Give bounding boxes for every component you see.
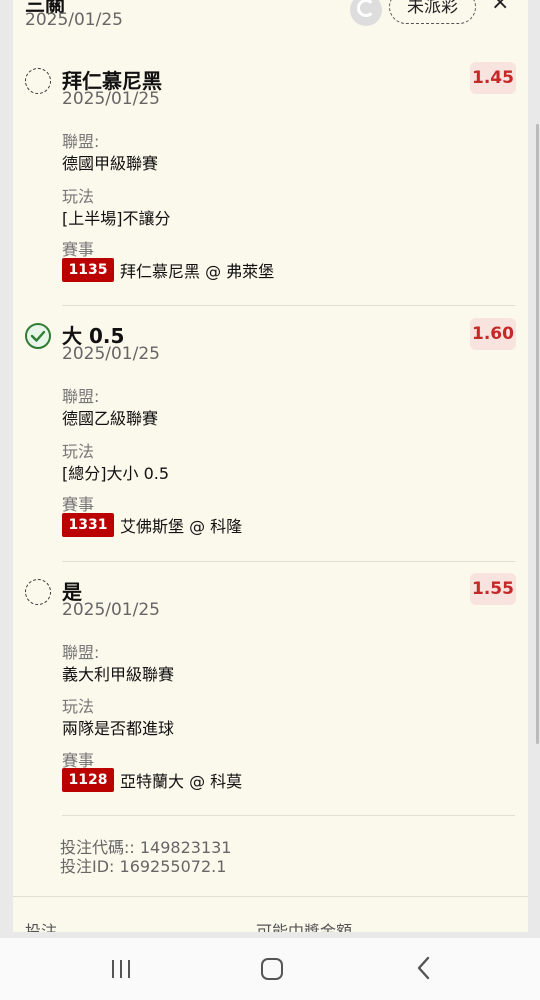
market-label: 玩法 (62, 442, 95, 461)
close-icon[interactable]: × (491, 0, 509, 15)
recent-apps-icon[interactable] (112, 960, 132, 978)
event-row: 1331 艾佛斯堡 @ 科隆 (62, 513, 242, 538)
league-value: 德國甲級聯賽 (62, 154, 159, 173)
odds-badge: 1.60 (470, 318, 516, 350)
refresh-icon[interactable] (350, 0, 382, 26)
divider (13, 896, 528, 897)
odds-badge: 1.55 (470, 573, 516, 605)
divider (62, 561, 515, 562)
league-value: 德國乙級聯賽 (62, 409, 159, 428)
league-label: 聯盟: (62, 387, 100, 406)
bet-date: 2025/01/25 (62, 600, 160, 620)
event-code-badge: 1128 (62, 768, 114, 792)
bet-date: 2025/01/25 (62, 344, 160, 364)
pending-circle-icon (25, 68, 51, 94)
stake-label: 投注 (25, 922, 58, 932)
event-name: 亞特蘭大 @ 科莫 (120, 772, 243, 791)
status-badge: 未派彩 (389, 0, 476, 24)
scrollbar[interactable] (536, 124, 539, 744)
event-name: 拜仁慕尼黑 @ 弗萊堡 (120, 262, 275, 281)
divider (62, 815, 515, 816)
league-label: 聯盟: (62, 132, 100, 151)
market-value: [總分]大小 0.5 (62, 464, 170, 483)
market-label: 玩法 (62, 187, 95, 206)
header-date: 2025/01/25 (25, 10, 123, 30)
league-value: 義大利甲級聯賽 (62, 665, 175, 684)
pending-circle-icon (25, 579, 51, 605)
market-value: 兩隊是否都進球 (62, 719, 175, 738)
event-code-badge: 1135 (62, 258, 114, 282)
league-label: 聯盟: (62, 643, 100, 662)
market-value: [上半場]不讓分 (62, 209, 171, 228)
home-icon[interactable] (261, 958, 283, 980)
divider (62, 305, 515, 306)
event-row: 1128 亞特蘭大 @ 科莫 (62, 768, 242, 793)
checkmark-circle-icon (25, 323, 51, 349)
back-icon[interactable] (414, 956, 434, 980)
bet-date: 2025/01/25 (62, 89, 160, 109)
event-name: 艾佛斯堡 @ 科隆 (120, 517, 243, 536)
bet-id: 投注ID: 169255072.1 (60, 857, 227, 876)
payout-label: 可能中獎金額 (256, 922, 353, 932)
event-label: 賽事 (62, 240, 95, 259)
event-row: 1135 拜仁慕尼黑 @ 弗萊堡 (62, 258, 274, 283)
bet-slip-panel: 三關 2025/01/25 未派彩 × 拜仁慕尼黑 2025/01/25 1.4… (13, 0, 528, 932)
event-label: 賽事 (62, 495, 95, 514)
system-navigation-bar (0, 938, 540, 1000)
event-code-badge: 1331 (62, 513, 114, 537)
odds-badge: 1.45 (470, 62, 516, 94)
market-label: 玩法 (62, 697, 95, 716)
